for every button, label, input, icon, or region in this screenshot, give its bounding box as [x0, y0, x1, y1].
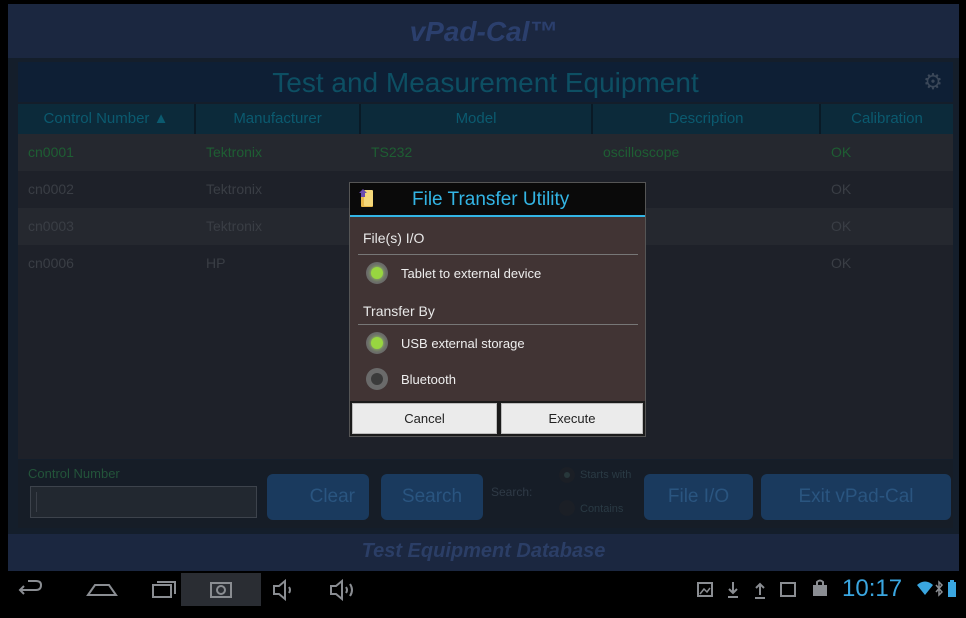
column-header-calibration[interactable]: Calibration — [821, 104, 953, 134]
footer-bar: Test Equipment Database — [8, 534, 959, 571]
volume-down-icon[interactable] — [268, 573, 298, 606]
radio-indicator — [371, 267, 383, 279]
dialog-title: File Transfer Utility — [412, 189, 570, 210]
cell-manufacturer: Tektronix — [206, 181, 263, 197]
app-title-bar: vPad-Cal™ — [8, 4, 959, 58]
cell-manufacturer: HP — [206, 255, 226, 271]
table-header: Control Number ▲ Manufacturer Model Desc… — [18, 104, 953, 134]
screen-icon[interactable] — [779, 573, 797, 618]
column-header-control-number[interactable]: Control Number ▲ — [18, 104, 196, 134]
execute-button[interactable]: Execute — [501, 403, 643, 434]
dialog-header: File Transfer Utility — [350, 183, 645, 217]
file-transfer-dialog: File Transfer Utility File(s) I/O Tablet… — [349, 182, 646, 437]
io-section-label: File(s) I/O — [363, 230, 425, 246]
section-title: Test and Measurement Equipment — [272, 67, 699, 98]
radio-dot — [564, 472, 570, 478]
cell-calibration: OK — [831, 218, 852, 234]
exit-button[interactable]: Exit vPad-Cal — [761, 474, 951, 520]
table-row[interactable]: cn0001 Tektronix TS232 oscilloscope OK — [18, 134, 953, 171]
control-number-input[interactable] — [30, 486, 257, 518]
section-header: Test and Measurement Equipment ⚙ — [18, 62, 953, 102]
radio-indicator — [371, 337, 383, 349]
contains-label: Contains — [580, 503, 624, 515]
divider — [358, 324, 638, 325]
bluetooth-icon — [934, 573, 944, 618]
cell-manufacturer: Tektronix — [206, 144, 263, 160]
back-icon[interactable] — [14, 573, 48, 606]
cell-control-number: cn0003 — [28, 218, 74, 234]
dialog-button-bar: Cancel Execute — [350, 401, 645, 436]
column-header-manufacturer[interactable]: Manufacturer — [196, 104, 361, 134]
shopping-bag-icon[interactable] — [811, 573, 829, 618]
battery-icon — [946, 573, 958, 618]
search-button[interactable]: Search — [381, 474, 483, 520]
download-icon[interactable] — [725, 573, 741, 618]
radio-indicator — [371, 373, 383, 385]
dialog-body: File(s) I/O Tablet to external device Tr… — [350, 217, 645, 401]
home-icon[interactable] — [82, 573, 122, 606]
folder-transfer-icon — [359, 189, 373, 207]
status-clock: 10:17 — [842, 575, 903, 602]
cell-calibration: OK — [831, 181, 852, 197]
file-io-button[interactable]: File I/O — [644, 474, 753, 520]
cell-control-number: cn0006 — [28, 255, 74, 271]
divider — [358, 254, 638, 255]
starts-with-label: Starts with — [580, 469, 632, 481]
gallery-icon[interactable] — [697, 573, 713, 618]
system-bar: 10:17 — [0, 573, 966, 606]
screenshot-icon[interactable] — [204, 573, 238, 606]
cell-control-number: cn0001 — [28, 144, 74, 160]
cancel-button[interactable]: Cancel — [352, 403, 497, 434]
transfer-section-label: Transfer By — [363, 303, 435, 319]
volume-up-icon[interactable] — [325, 573, 359, 606]
usb-storage-label: USB external storage — [401, 336, 525, 351]
bluetooth-label: Bluetooth — [401, 372, 456, 387]
recent-apps-icon[interactable] — [146, 573, 182, 606]
cell-model: TS232 — [371, 144, 413, 160]
starts-with-radio[interactable] — [559, 467, 575, 483]
contains-radio[interactable] — [559, 500, 575, 516]
search-mode-label: Search: — [491, 485, 533, 499]
text-cursor — [36, 492, 37, 512]
control-number-label: Control Number — [28, 466, 120, 481]
cell-description: oscilloscope — [603, 144, 680, 160]
tablet-to-external-label: Tablet to external device — [401, 266, 542, 281]
gear-icon[interactable]: ⚙ — [923, 71, 943, 93]
cell-control-number: cn0002 — [28, 181, 74, 197]
cell-calibration: OK — [831, 144, 852, 160]
cell-manufacturer: Tektronix — [206, 218, 263, 234]
search-panel: Control Number Clear Search Search: Star… — [18, 460, 953, 528]
footer-title: Test Equipment Database — [361, 540, 606, 562]
clear-button[interactable]: Clear — [267, 474, 369, 520]
column-header-model[interactable]: Model — [361, 104, 593, 134]
cell-calibration: OK — [831, 255, 852, 271]
app-title: vPad-Cal™ — [409, 16, 558, 47]
bluetooth-radio[interactable] — [366, 368, 388, 390]
usb-storage-radio[interactable] — [366, 332, 388, 354]
upload-icon[interactable] — [752, 573, 768, 618]
wifi-icon — [916, 573, 934, 618]
tablet-to-external-radio[interactable] — [366, 262, 388, 284]
column-header-description[interactable]: Description — [593, 104, 821, 134]
